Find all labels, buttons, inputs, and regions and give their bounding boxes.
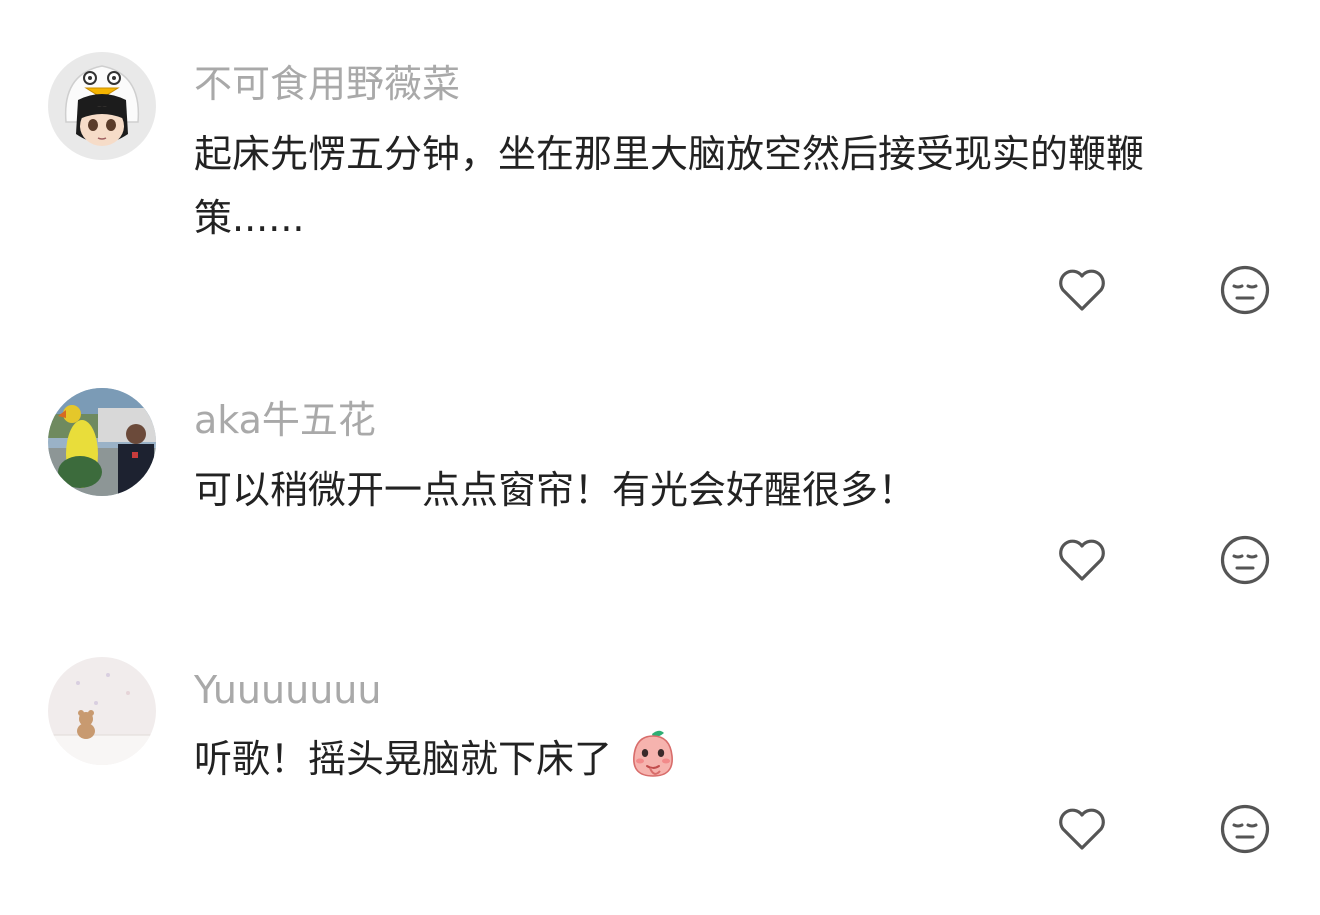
avatar-penguin-hat-girl-icon bbox=[48, 52, 156, 160]
username[interactable]: Yuuuuuuu bbox=[194, 666, 381, 714]
comment-text-content: 听歌！摇头晃脑就下床了 bbox=[194, 737, 613, 781]
peach-blush-emoji-icon bbox=[628, 728, 678, 799]
dislike-button[interactable] bbox=[1217, 532, 1273, 588]
user-avatar[interactable] bbox=[48, 52, 156, 160]
heart-outline-icon bbox=[1059, 808, 1105, 850]
username[interactable]: 不可食用野薇菜 bbox=[194, 60, 460, 108]
dislike-button[interactable] bbox=[1217, 262, 1273, 318]
like-button[interactable] bbox=[1054, 801, 1110, 857]
comment-text: 可以稍微开一点点窗帘！有光会好醒很多！ bbox=[194, 468, 917, 512]
dislike-button[interactable] bbox=[1217, 801, 1273, 857]
username[interactable]: aka牛五花 bbox=[194, 396, 376, 444]
heart-outline-icon bbox=[1059, 269, 1105, 311]
user-avatar[interactable] bbox=[48, 657, 156, 765]
avatar-yellow-bird-photo-icon bbox=[48, 388, 156, 496]
comment-text: 听歌！摇头晃脑就下床了 bbox=[194, 727, 1254, 799]
like-button[interactable] bbox=[1054, 532, 1110, 588]
user-avatar[interactable] bbox=[48, 388, 156, 496]
heart-outline-icon bbox=[1059, 539, 1105, 581]
avatar-teddy-bear-icon bbox=[48, 657, 156, 765]
like-button[interactable] bbox=[1054, 262, 1110, 318]
meh-face-icon bbox=[1220, 804, 1270, 854]
comment-text: 起床先愣五分钟，坐在那里大脑放空然后接受现实的鞭鞭策...... bbox=[194, 132, 1145, 240]
meh-face-icon bbox=[1220, 535, 1270, 585]
meh-face-icon bbox=[1220, 265, 1270, 315]
